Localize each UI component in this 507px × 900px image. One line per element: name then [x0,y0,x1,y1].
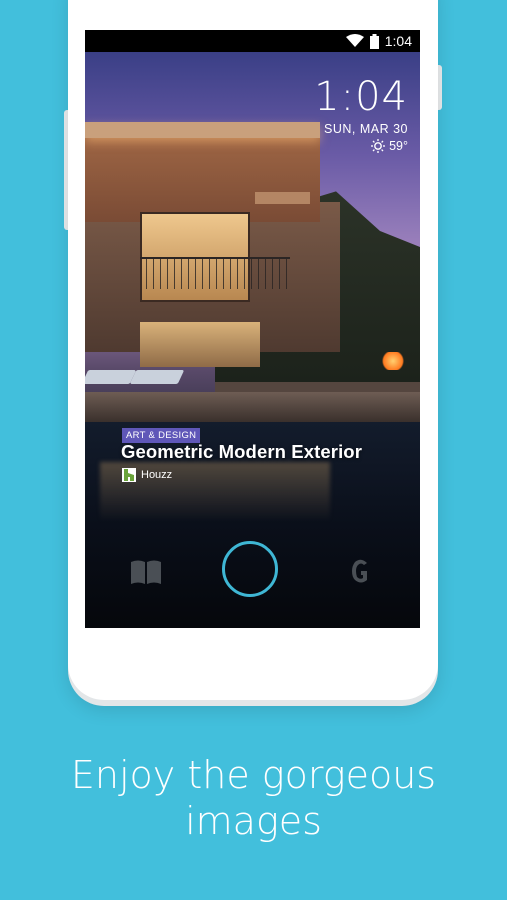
caption-line-2: images [185,799,322,843]
article-title[interactable]: Geometric Modern Exterior [121,441,362,463]
wifi-icon [345,34,364,47]
phone-screen: 1:04 1:04 SUN, MAR 30 59° [85,30,420,628]
g-icon[interactable] [352,558,370,584]
lock-clock: 1:04 SUN, MAR 30 59° [314,75,408,153]
status-time: 1:04 [384,33,412,49]
clock-time: 1:04 [314,74,408,120]
sun-icon [371,139,386,153]
promo-caption: Enjoy the gorgeous images [0,752,507,844]
caption-line-1: Enjoy the gorgeous [70,753,437,797]
book-icon[interactable] [130,559,162,585]
status-bar: 1:04 [85,30,420,52]
unlock-ring[interactable] [222,541,278,597]
houzz-logo-icon [122,468,136,482]
article-source[interactable]: Houzz [122,468,172,482]
clock-date: SUN, MAR 30 [324,122,408,136]
weather-temperature: 59° [389,139,408,153]
weather-readout: 59° [314,139,408,153]
source-name: Houzz [141,469,173,481]
battery-icon [369,33,379,49]
